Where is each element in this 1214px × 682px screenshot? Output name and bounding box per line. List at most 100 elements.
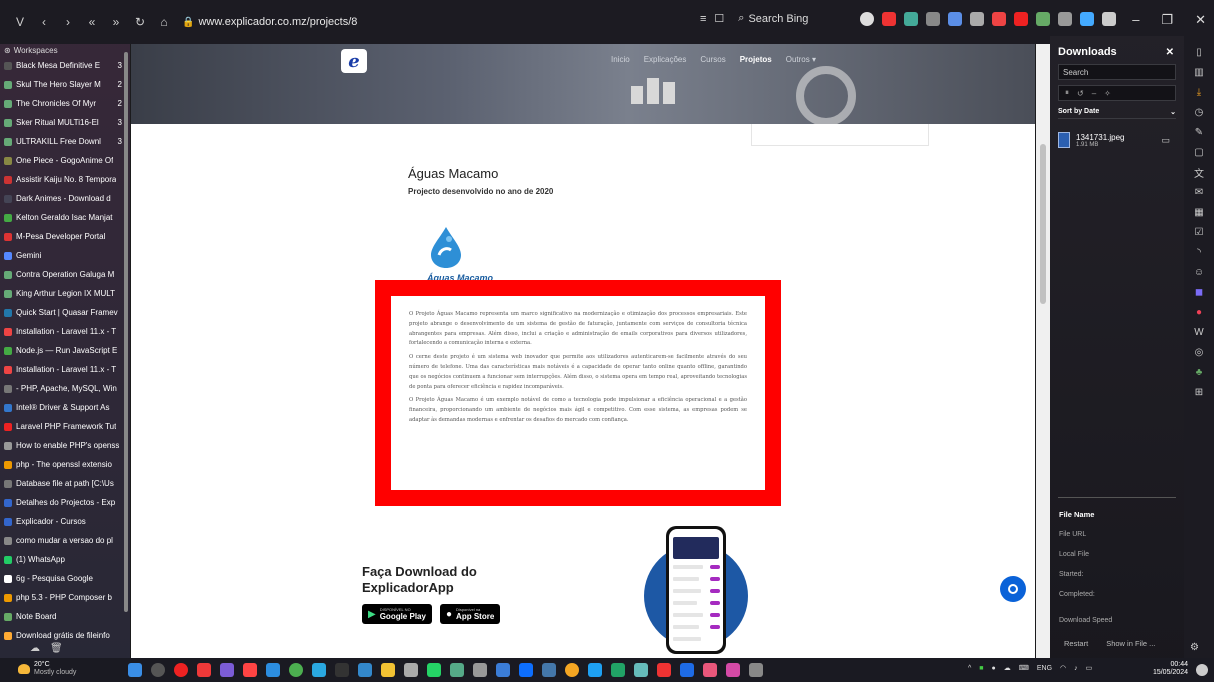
sidebar-tab[interactable]: Dark Animes - Download d	[0, 189, 130, 208]
sidebar-tab[interactable]: Detalhes do Projectos - Exp	[0, 493, 130, 512]
site-logo[interactable]: e	[341, 49, 367, 73]
trash-icon[interactable]: 🗑	[50, 643, 63, 654]
windows-start-icon[interactable]	[128, 663, 142, 677]
app-icon[interactable]	[542, 663, 556, 677]
app-icon[interactable]	[496, 663, 510, 677]
sidebar-tab[interactable]: Quick Start | Quasar Framev	[0, 303, 130, 322]
app-icon[interactable]	[220, 663, 234, 677]
restart-button[interactable]: Restart	[1059, 636, 1093, 651]
page-scrollbar-thumb[interactable]	[1040, 144, 1046, 304]
history-icon[interactable]: ↺	[1077, 89, 1084, 98]
folder-icon[interactable]: ▭	[1161, 135, 1170, 146]
bookmarks-icon[interactable]: ▯	[1193, 46, 1205, 58]
downloads-icon[interactable]: ⤓	[1193, 86, 1205, 98]
extension-icon[interactable]	[882, 12, 896, 26]
profile-icon[interactable]	[860, 12, 874, 26]
sidebar-tab[interactable]: 6g - Pesquisa Google	[0, 569, 130, 588]
vscode-icon[interactable]	[266, 663, 280, 677]
app-icon[interactable]	[519, 663, 533, 677]
extension-icon[interactable]	[1036, 12, 1050, 26]
nav-link[interactable]: Inicio	[611, 55, 630, 64]
clock[interactable]: 00:44 15/05/2024	[1140, 661, 1188, 677]
chat-widget-button[interactable]	[1000, 576, 1026, 602]
back-icon[interactable]: ‹	[34, 12, 54, 32]
nav-link[interactable]: Outros ▾	[786, 55, 816, 64]
opera-icon[interactable]	[174, 663, 188, 677]
sidebar-tab[interactable]: Contra Operation Galuga M	[0, 265, 130, 284]
bookmark-icon[interactable]: ☐	[714, 12, 724, 25]
app-icon[interactable]	[565, 663, 579, 677]
wifi-icon[interactable]: ◠	[1060, 664, 1066, 672]
extension-icon[interactable]	[948, 12, 962, 26]
sidebar-tab[interactable]: Assistir Kaiju No. 8 Tempora	[0, 170, 130, 189]
sidebar-tab[interactable]: Installation - Laravel 11.x - T	[0, 360, 130, 379]
app-icon[interactable]	[312, 663, 326, 677]
volume-icon[interactable]: ♪	[1074, 665, 1078, 672]
app-icon[interactable]	[588, 663, 602, 677]
calendar-icon[interactable]: ▦	[1193, 206, 1205, 218]
show-in-file-button[interactable]: Show in File ...	[1101, 636, 1160, 651]
sidebar-tab[interactable]: Black Mesa Definitive E 3	[0, 56, 130, 75]
sidebar-tab[interactable]: (1) WhatsApp	[0, 550, 130, 569]
sidebar-tab[interactable]: King Arthur Legion IX MULT	[0, 284, 130, 303]
sidebar-tab[interactable]: How to enable PHP's openss	[0, 436, 130, 455]
sidebar-tab[interactable]: - PHP, Apache, MySQL, Win	[0, 379, 130, 398]
sidebar-tab[interactable]: The Chronicles Of Myr 2	[0, 94, 130, 113]
pause-icon[interactable]: ⏸	[1065, 88, 1069, 98]
fast-forward-icon[interactable]: »	[106, 12, 126, 32]
sidebar-scrollbar[interactable]	[124, 52, 128, 612]
app-icon[interactable]	[450, 663, 464, 677]
sidebar-tab[interactable]: Installation - Laravel 11.x - T	[0, 322, 130, 341]
reload-icon[interactable]: ↻	[130, 12, 150, 32]
close-icon[interactable]: ✕	[1195, 12, 1206, 28]
app-icon[interactable]	[680, 663, 694, 677]
sidebar-tab[interactable]: Explicador - Cursos	[0, 512, 130, 531]
app-icon[interactable]	[703, 663, 717, 677]
app-icon[interactable]	[634, 663, 648, 677]
sidebar-tab[interactable]: Skul The Hero Slayer M 2	[0, 75, 130, 94]
sidebar-tab[interactable]: Laravel PHP Framework Tut	[0, 417, 130, 436]
vivaldi-menu-icon[interactable]: V	[10, 12, 30, 32]
sidebar-tab[interactable]: Kelton Geraldo Isac Manjat	[0, 208, 130, 227]
app-icon[interactable]	[243, 663, 257, 677]
wikipedia-icon[interactable]: W	[1193, 326, 1205, 338]
extension-icon[interactable]	[1014, 12, 1028, 26]
file-explorer-icon[interactable]	[381, 663, 395, 677]
sidebar-tab[interactable]: php - The openssl extensio	[0, 455, 130, 474]
app-icon[interactable]	[726, 663, 740, 677]
sidebar-tab[interactable]: Sker Ritual MULTi16-El 3	[0, 113, 130, 132]
battery-icon[interactable]: ▭	[1086, 664, 1093, 672]
extension-icon[interactable]	[904, 12, 918, 26]
sidebar-tab[interactable]: Note Board	[0, 607, 130, 626]
tray-chevron-icon[interactable]: ^	[968, 665, 971, 672]
cloud-icon[interactable]: ☁	[30, 643, 40, 654]
sidebar-tab[interactable]: Database file at path [C:\Us	[0, 474, 130, 493]
tasks-icon[interactable]: ☑	[1193, 226, 1205, 238]
app-icon[interactable]	[749, 663, 763, 677]
pocket-icon[interactable]: ●	[1193, 306, 1205, 318]
nav-link[interactable]: Cursos	[700, 55, 725, 64]
app-icon[interactable]	[427, 663, 441, 677]
sidebar-tab[interactable]: ULTRAKILL Free Downl 3	[0, 132, 130, 151]
sidebar-tab[interactable]: M-Pesa Developer Portal	[0, 227, 130, 246]
history-icon[interactable]: ◷	[1193, 106, 1205, 118]
download-item[interactable]: 1341731.jpeg 1.91 MB ▭	[1058, 127, 1176, 153]
app-icon[interactable]	[358, 663, 372, 677]
downloads-search-input[interactable]: Search	[1058, 64, 1176, 80]
extension-icon[interactable]: ♣	[1193, 366, 1205, 378]
language-indicator[interactable]: ENG	[1037, 665, 1052, 672]
clean-icon[interactable]: ✧	[1104, 89, 1111, 98]
maximize-icon[interactable]: ❐	[1161, 12, 1173, 28]
notes-icon[interactable]: ✎	[1193, 126, 1205, 138]
extension-icon[interactable]	[1102, 12, 1116, 26]
minus-icon[interactable]: –	[1092, 89, 1096, 98]
chatgpt-icon[interactable]: ◎	[1193, 346, 1205, 358]
app-icon[interactable]	[473, 663, 487, 677]
nav-link[interactable]: Explicações	[644, 55, 687, 64]
terminal-icon[interactable]	[335, 663, 349, 677]
nav-link[interactable]: Projetos	[740, 55, 772, 64]
chrome-icon[interactable]	[289, 663, 303, 677]
mail-icon[interactable]: ✉	[1193, 186, 1205, 198]
translate-icon[interactable]: 文	[1193, 166, 1205, 180]
extension-icon[interactable]	[970, 12, 984, 26]
